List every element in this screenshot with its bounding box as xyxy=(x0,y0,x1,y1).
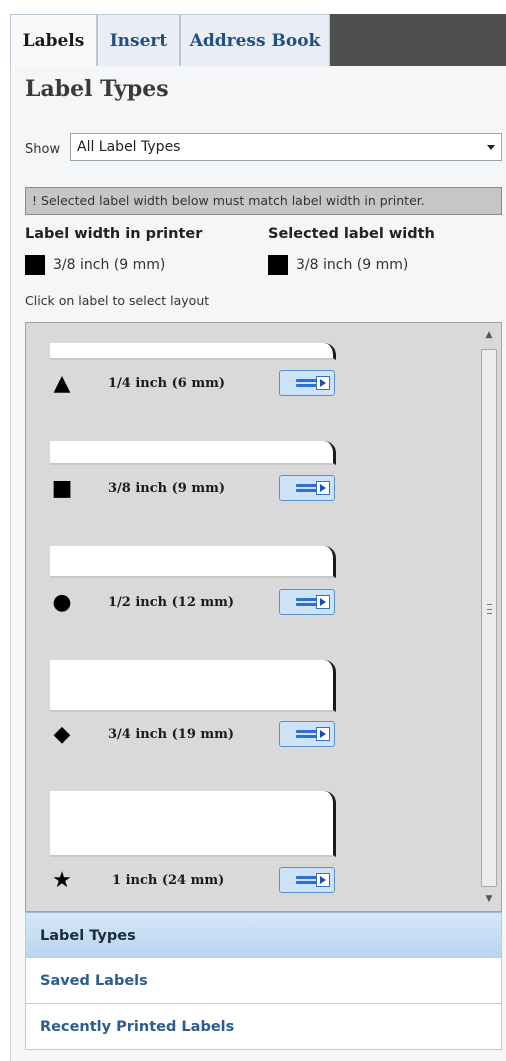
tab-insert[interactable]: Insert xyxy=(97,14,180,66)
tab-bar: Labels Insert Address Book xyxy=(0,0,506,66)
label-size-text: 3/8 inch (9 mm) xyxy=(108,481,226,496)
label-size-text: 1/2 inch (12 mm) xyxy=(108,595,235,610)
label-strip-preview xyxy=(50,791,336,857)
scrollbar-thumb[interactable] xyxy=(481,349,497,887)
label-item-6mm[interactable]: ▲ 1/4 inch (6 mm) xyxy=(26,323,476,433)
label-item-9mm[interactable]: ■ 3/8 inch (9 mm) xyxy=(26,433,476,543)
printer-width-heading: Label width in printer xyxy=(25,226,203,242)
label-item-24mm[interactable]: ★ 1 inch (24 mm) xyxy=(26,787,476,911)
star-icon: ★ xyxy=(52,867,72,893)
label-strip-preview xyxy=(50,546,336,578)
label-list: ▲ 1/4 inch (6 mm) ■ 3/8 inch (9 mm) ● 1/… xyxy=(25,322,502,912)
label-size-text: 1/4 inch (6 mm) xyxy=(108,376,226,391)
tape-cartridge-icon xyxy=(279,589,335,615)
scroll-up-arrow-icon[interactable]: ▲ xyxy=(479,325,499,345)
triangle-icon: ▲ xyxy=(53,370,71,396)
section-title: Label Types xyxy=(25,76,169,102)
square-icon xyxy=(268,255,288,275)
tape-cartridge-icon xyxy=(279,475,335,501)
tape-cartridge-icon xyxy=(279,721,335,747)
chevron-down-icon xyxy=(487,145,495,150)
label-item-12mm[interactable]: ● 1/2 inch (12 mm) xyxy=(26,543,476,657)
selected-value: All Label Types xyxy=(77,139,181,155)
label-strip-preview xyxy=(50,343,336,360)
tape-cartridge-icon xyxy=(279,867,335,893)
tab-address-book[interactable]: Address Book xyxy=(180,14,330,66)
square-icon: ■ xyxy=(51,475,73,501)
scroll-down-arrow-icon[interactable]: ▼ xyxy=(479,889,499,909)
selected-width-heading: Selected label width xyxy=(268,226,435,242)
select-layout-hint: Click on label to select layout xyxy=(25,293,210,308)
printer-width-value: 3/8 inch (9 mm) xyxy=(25,255,165,275)
square-icon xyxy=(25,255,45,275)
width-warning-banner: ! Selected label width below must match … xyxy=(25,187,502,215)
nav-saved-labels[interactable]: Saved Labels xyxy=(25,958,502,1004)
label-strip-preview xyxy=(50,660,336,712)
nav-recently-printed-labels[interactable]: Recently Printed Labels xyxy=(25,1004,502,1050)
vertical-scrollbar[interactable]: ▲ ▼ xyxy=(479,325,499,909)
label-type-filter-select[interactable]: All Label Types xyxy=(70,133,502,161)
label-item-19mm[interactable]: ◆ 3/4 inch (19 mm) xyxy=(26,657,476,787)
circle-icon: ● xyxy=(52,589,72,615)
selected-width-text: 3/8 inch (9 mm) xyxy=(296,257,409,273)
nav-label-types[interactable]: Label Types xyxy=(25,912,502,958)
diamond-icon: ◆ xyxy=(53,721,71,747)
label-size-text: 1 inch (24 mm) xyxy=(112,873,225,888)
label-strip-preview xyxy=(50,441,336,465)
tape-cartridge-icon xyxy=(279,370,335,396)
show-label: Show xyxy=(25,142,61,157)
label-types-panel: Label Types Show All Label Types ! Selec… xyxy=(10,66,506,1061)
tab-labels[interactable]: Labels xyxy=(10,14,97,66)
label-size-text: 3/4 inch (19 mm) xyxy=(108,727,235,742)
printer-width-text: 3/8 inch (9 mm) xyxy=(53,257,166,273)
selected-width-value: 3/8 inch (9 mm) xyxy=(268,255,408,275)
